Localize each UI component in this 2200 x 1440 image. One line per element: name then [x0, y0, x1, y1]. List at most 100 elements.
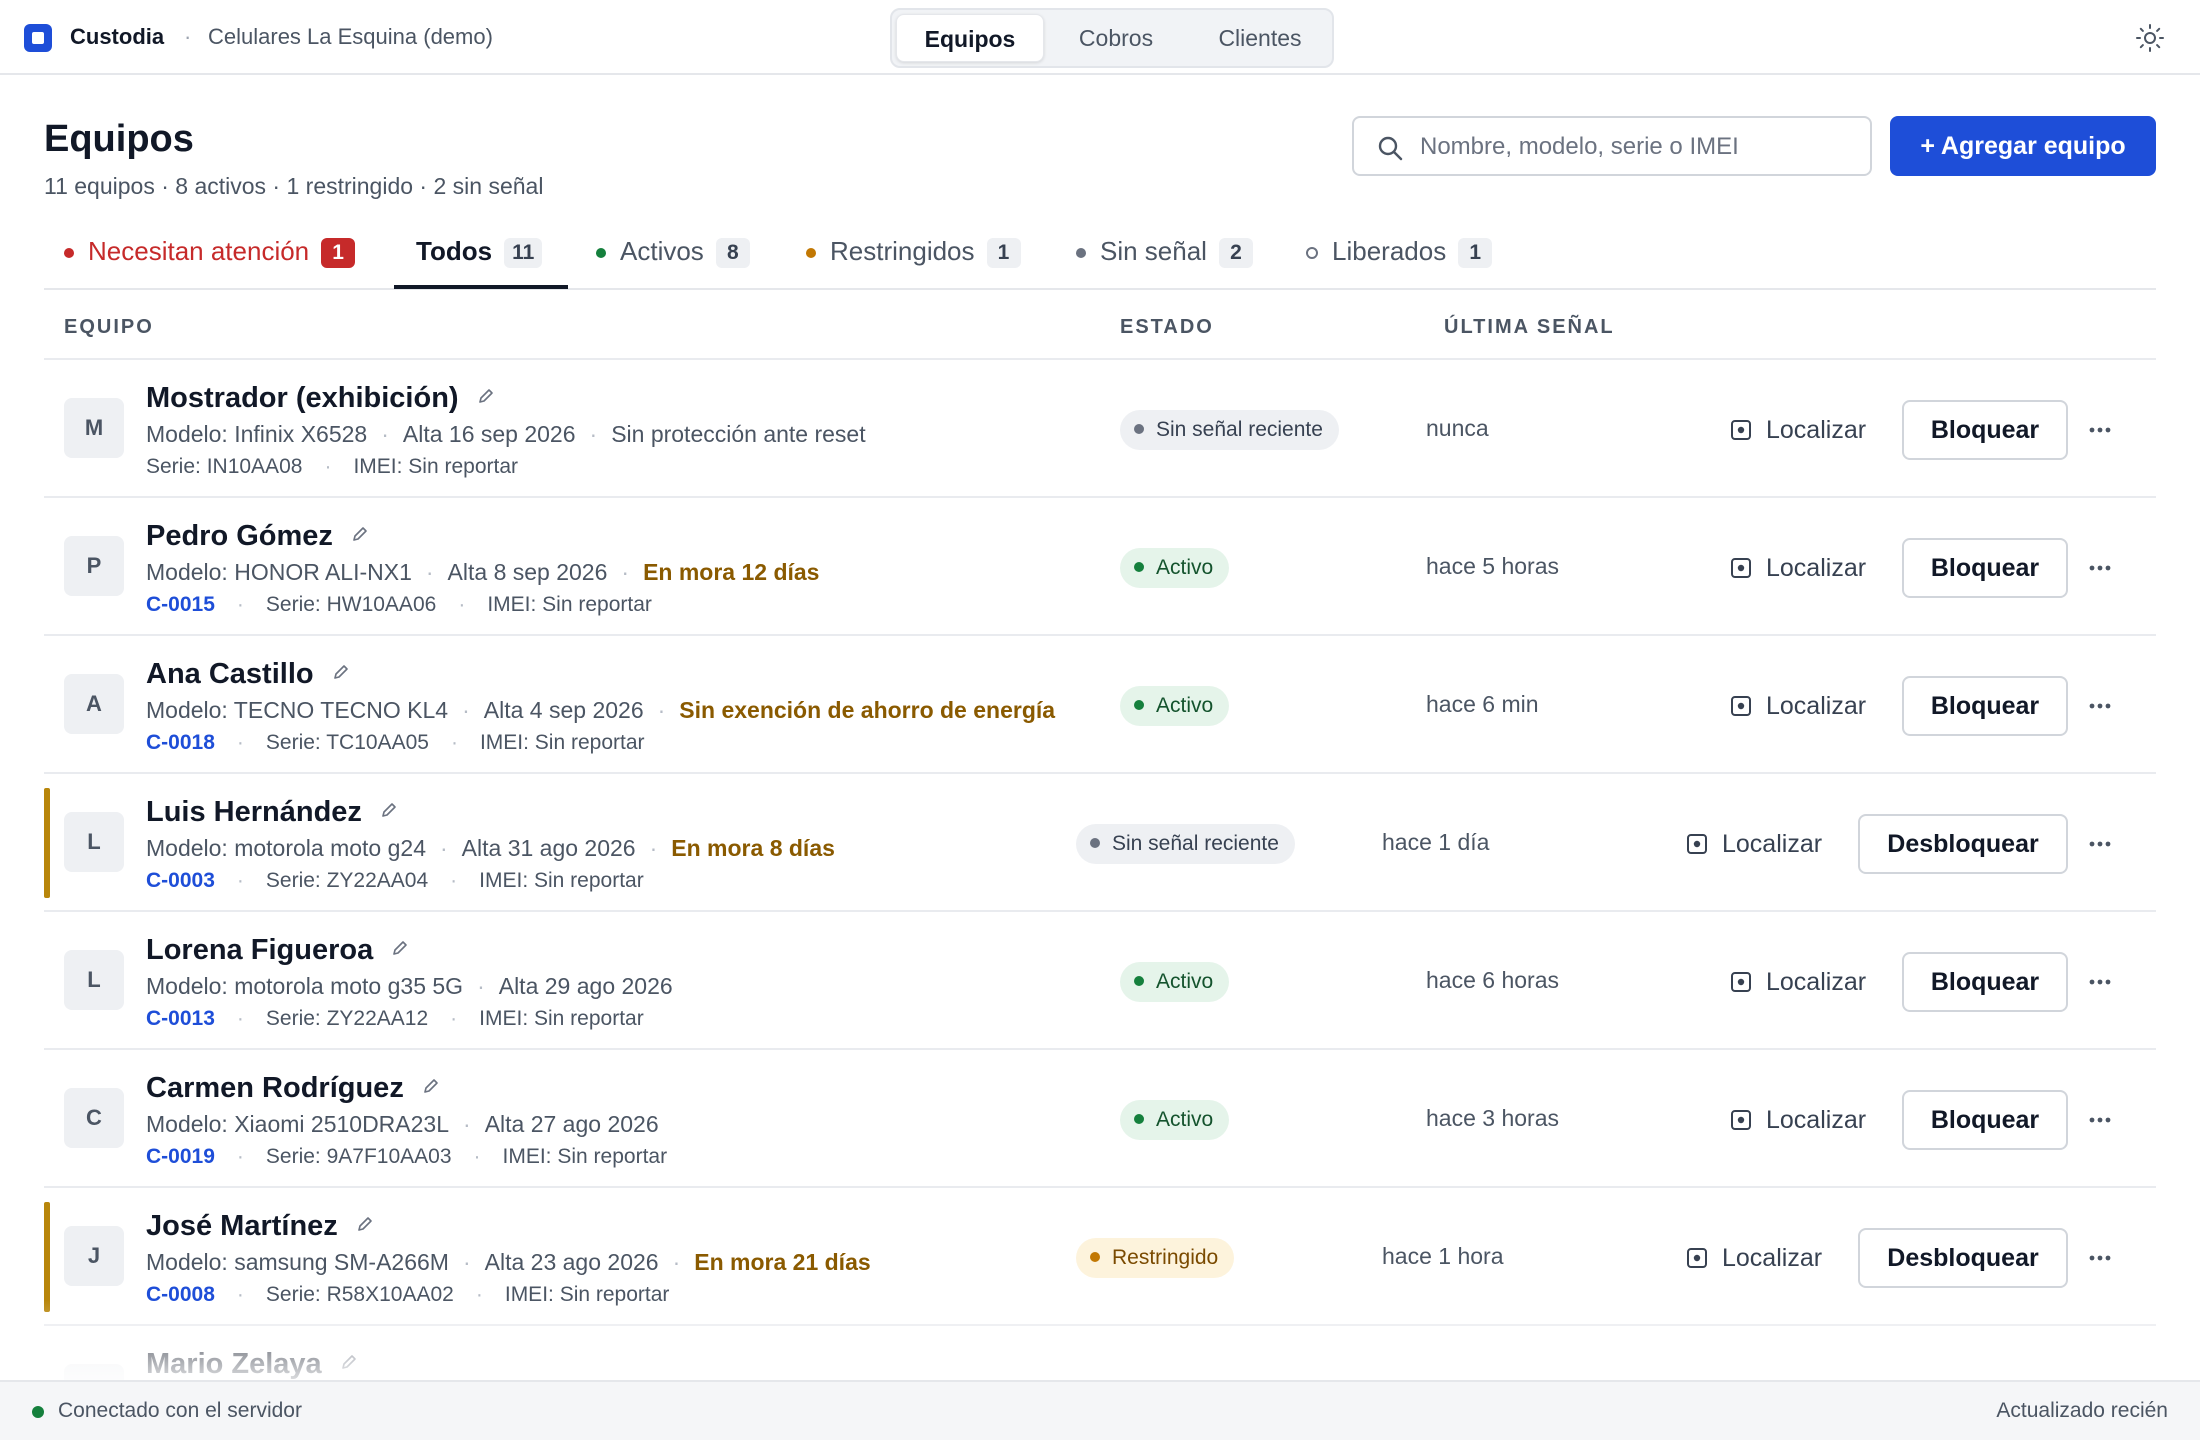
amber-dot-icon: [806, 248, 816, 258]
more-options-icon[interactable]: [2084, 1242, 2116, 1274]
status-label: Activo: [1156, 556, 1214, 579]
table-row[interactable]: L Lorena Figueroa Modelo: motorola moto g3…: [44, 912, 2156, 1050]
locate-icon: [1731, 696, 1751, 716]
edit-pencil-icon[interactable]: [391, 939, 409, 957]
device-note: Sin protección ante reset: [611, 421, 866, 447]
table-row[interactable]: L Luis Hernández Modelo: motorola moto g24…: [44, 774, 2156, 912]
nav-equipos[interactable]: Equipos: [896, 14, 1044, 62]
tab-restricted[interactable]: Restringidos 1: [806, 225, 1021, 288]
device-identifiers: C-0015 · Serie: HW10AA06 · IMEI: Sin reporta…: [146, 593, 652, 616]
avatar: L: [64, 812, 124, 872]
table-row[interactable]: M Mostrador (exhibición) Modelo: Infinix X…: [44, 360, 2156, 498]
tab-released[interactable]: Liberados 1: [1306, 225, 1493, 288]
device-name: José Martínez: [146, 1210, 338, 1242]
locate-icon: [1687, 1248, 1707, 1268]
device-name: Carmen Rodríguez: [146, 1072, 404, 1104]
device-note: En mora 12 días: [643, 559, 820, 585]
store-name[interactable]: Celulares La Esquina (demo): [208, 24, 493, 50]
status-badge: Activo: [1120, 1100, 1230, 1140]
nav-cobros[interactable]: Cobros: [1048, 14, 1184, 62]
tab-active[interactable]: Activos 8: [596, 225, 750, 288]
edit-pencil-icon[interactable]: [477, 387, 495, 405]
device-note: En mora 21 días: [694, 1249, 871, 1275]
add-device-button[interactable]: + Agregar equipo: [1890, 116, 2156, 176]
tab-all[interactable]: Todos 11: [416, 225, 543, 288]
registration-date: Alta 29 ago 2026: [498, 973, 673, 999]
device-details: Modelo: motorola moto g35 5G · Alta 29 ago…: [146, 973, 673, 999]
device-model: Modelo: HONOR ALI-NX1: [146, 559, 412, 585]
locate-label: Localizar: [1722, 1243, 1823, 1272]
attention-flag: [44, 1202, 50, 1312]
customer-code-link[interactable]: C-0008: [146, 1283, 215, 1306]
more-options-icon[interactable]: [2084, 828, 2116, 860]
more-options-icon[interactable]: [2084, 966, 2116, 998]
lock-button[interactable]: Bloquear: [1902, 1090, 2068, 1150]
customer-code-link[interactable]: C-0003: [146, 869, 215, 892]
locate-button[interactable]: Localizar: [1686, 1238, 1822, 1278]
locate-button[interactable]: Localizar: [1686, 824, 1822, 864]
locate-button[interactable]: Localizar: [1730, 962, 1866, 1002]
filter-tabs: Necesitan atención 1 Todos 11 Activos 8 …: [44, 225, 2156, 290]
more-options-icon[interactable]: [2084, 1104, 2116, 1136]
lock-button[interactable]: Bloquear: [1902, 400, 2068, 460]
locate-button[interactable]: Localizar: [1730, 548, 1866, 588]
table-row[interactable]: C Carmen Rodríguez Modelo: Xiaomi 2510DRA2…: [44, 1050, 2156, 1188]
customer-code-link[interactable]: C-0013: [146, 1007, 215, 1030]
edit-pencil-icon[interactable]: [380, 801, 398, 819]
device-note: En mora 8 días: [671, 835, 835, 861]
table-row[interactable]: P Pedro Gómez Modelo: HONOR ALI-NX1 · Alta 8…: [44, 498, 2156, 636]
lock-button[interactable]: Bloquear: [1902, 538, 2068, 598]
customer-code-link[interactable]: C-0018: [146, 731, 215, 754]
connection-status-icon: [32, 1406, 44, 1418]
device-owner-name: Ana Castillo: [146, 658, 350, 691]
device-details: Modelo: HONOR ALI-NX1 · Alta 8 sep 2026 · En…: [146, 559, 820, 585]
customer-code-link[interactable]: C-0019: [146, 1145, 215, 1168]
top-bar: Custodia · Celulares La Esquina (demo) E…: [0, 0, 2200, 75]
locate-label: Localizar: [1766, 553, 1867, 582]
table-row[interactable]: J José Martínez Modelo: samsung SM-A266M · A…: [44, 1188, 2156, 1326]
customer-code-link[interactable]: C-0015: [146, 593, 215, 616]
table-row[interactable]: A Ana Castillo Modelo: TECNO TECNO KL4 · Alt…: [44, 636, 2156, 774]
device-owner-name: Mostrador (exhibición): [146, 382, 495, 415]
locate-button[interactable]: Localizar: [1730, 686, 1866, 726]
status-dot-icon: [1134, 700, 1144, 710]
locate-button[interactable]: Localizar: [1730, 1100, 1866, 1140]
locate-icon: [1731, 1110, 1751, 1130]
edit-pencil-icon[interactable]: [356, 1215, 374, 1233]
device-imei: IMEI: Sin reportar: [479, 731, 645, 754]
edit-pencil-icon[interactable]: [332, 663, 350, 681]
lock-button[interactable]: Bloquear: [1902, 952, 2068, 1012]
search-box[interactable]: [1352, 116, 1872, 176]
connection-status: Conectado con el servidor: [58, 1399, 302, 1422]
attention-flag: [44, 788, 50, 898]
edit-pencil-icon[interactable]: [422, 1077, 440, 1095]
sun-icon[interactable]: [2134, 22, 2166, 54]
device-imei: IMEI: Sin reportar: [479, 1007, 644, 1030]
unlock-button[interactable]: Desbloquear: [1858, 814, 2068, 874]
more-options-icon[interactable]: [2084, 552, 2116, 584]
more-options-icon[interactable]: [2084, 414, 2116, 446]
tab-needs-attention[interactable]: Necesitan atención 1: [64, 225, 356, 288]
more-options-icon[interactable]: [2084, 690, 2116, 722]
lock-button[interactable]: Bloquear: [1902, 676, 2068, 736]
registration-date: Alta 8 sep 2026: [447, 559, 608, 585]
device-details: Modelo: Infinix X6528 · Alta 16 sep 2026 · S…: [146, 421, 866, 447]
status-badge: Sin señal reciente: [1076, 824, 1295, 864]
tab-no-signal[interactable]: Sin señal 2: [1076, 225, 1253, 288]
tab-label: Liberados: [1332, 236, 1447, 266]
search-input[interactable]: [1420, 130, 1850, 164]
status-dot-icon: [1134, 976, 1144, 986]
device-owner-name: José Martínez: [146, 1210, 374, 1243]
device-identifiers: C-0013 · Serie: ZY22AA12 · IMEI: Sin reporta…: [146, 1007, 644, 1030]
avatar: P: [64, 536, 124, 596]
unlock-button[interactable]: Desbloquear: [1858, 1228, 2068, 1288]
device-model: Modelo: TECNO TECNO KL4: [146, 697, 449, 723]
edit-pencil-icon[interactable]: [351, 525, 369, 543]
edit-pencil-icon[interactable]: [340, 1353, 358, 1371]
device-model: Modelo: samsung SM-A266M: [146, 1249, 449, 1275]
last-signal: hace 1 día: [1382, 829, 1490, 855]
locate-button[interactable]: Localizar: [1730, 410, 1866, 450]
nav-clientes[interactable]: Clientes: [1188, 14, 1332, 62]
tab-label: Todos: [416, 236, 493, 266]
locate-label: Localizar: [1766, 1105, 1867, 1134]
